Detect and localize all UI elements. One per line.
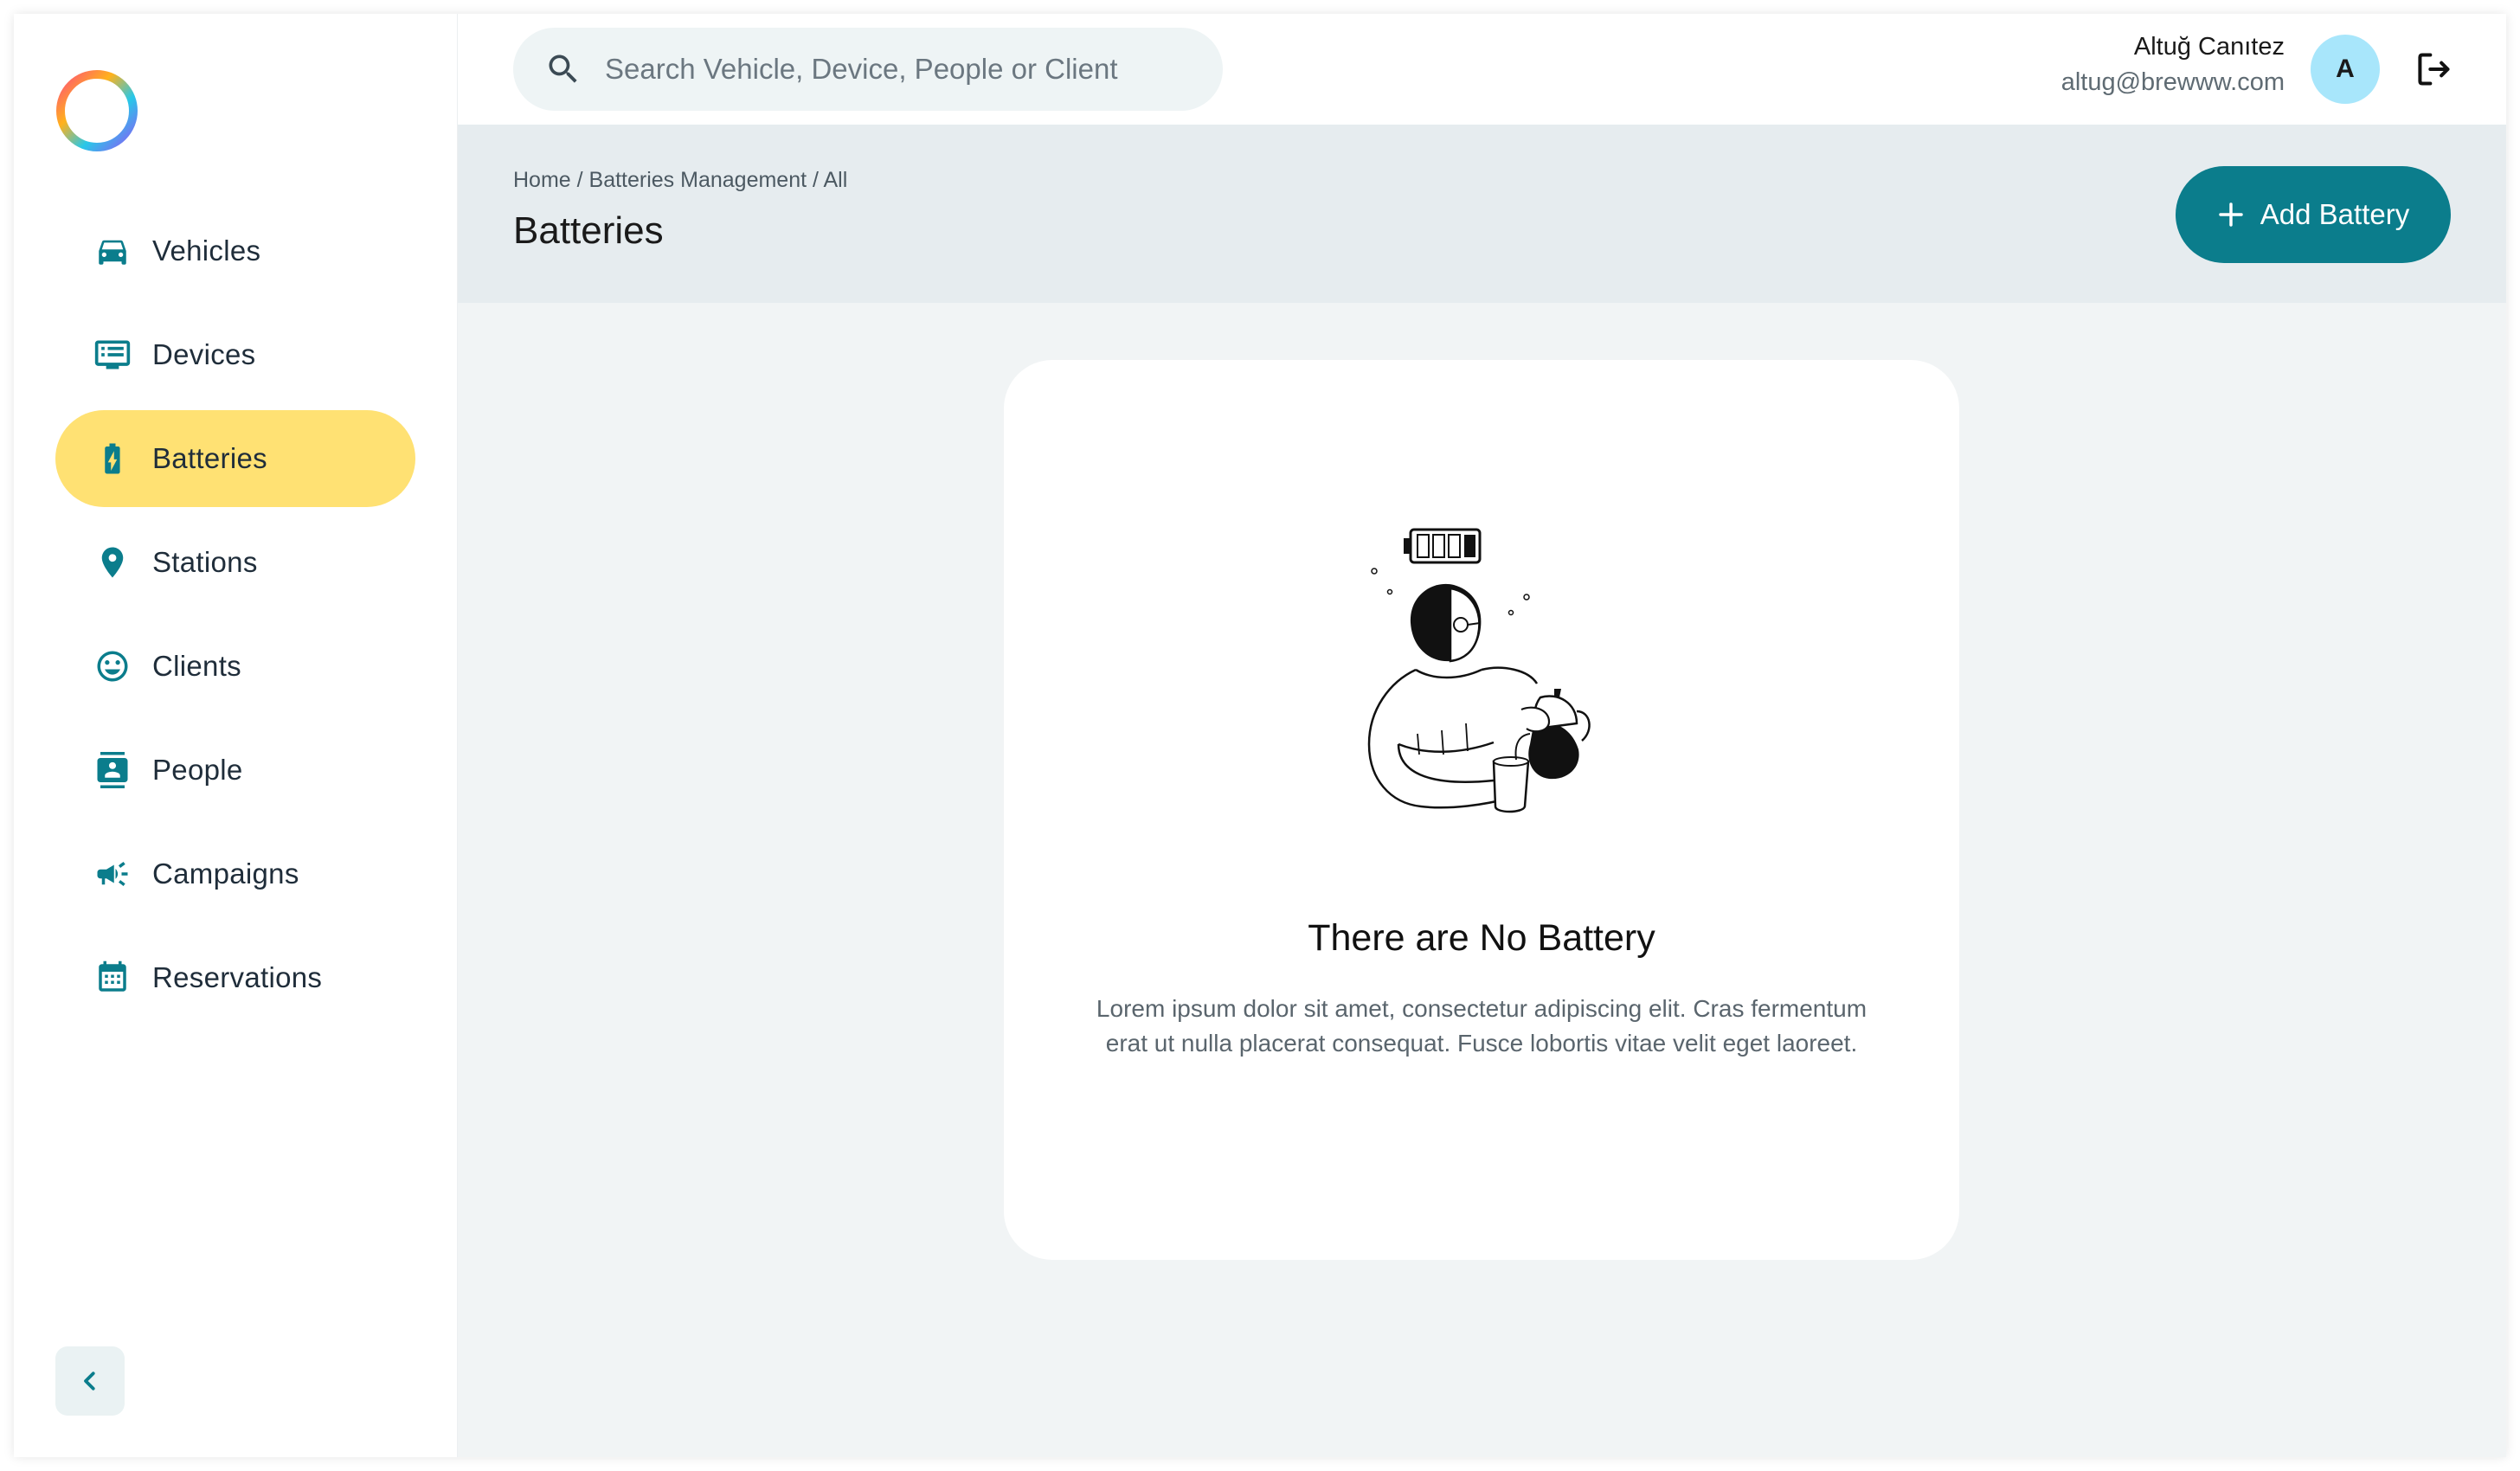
empty-battery-illustration	[1367, 528, 1591, 813]
sidebar-item-devices[interactable]: Devices	[55, 306, 415, 403]
page-header: Home / Batteries Management / All Batter…	[458, 125, 2506, 303]
sidebar-item-batteries[interactable]: Batteries	[55, 410, 415, 507]
user-name: Altuğ Canıtez	[2133, 33, 2285, 61]
empty-state-card: There are No Battery Lorem ipsum dolor s…	[1004, 360, 1959, 1260]
sidebar-item-label: Campaigns	[152, 858, 299, 890]
avatar[interactable]: A	[2311, 35, 2380, 104]
calendar-icon	[93, 959, 132, 997]
sidebar-item-vehicles[interactable]: Vehicles	[55, 202, 415, 299]
sidebar: Vehicles Devices Batteries Stations Clie	[14, 14, 458, 1457]
app-logo[interactable]	[54, 67, 140, 154]
smiley-icon	[93, 647, 132, 685]
contact-card-icon	[93, 751, 132, 789]
breadcrumb: Home / Batteries Management / All	[513, 168, 848, 192]
sidebar-item-reservations[interactable]: Reservations	[55, 929, 415, 1026]
empty-state-description: Lorem ipsum dolor sit amet, consectetur …	[1096, 995, 1868, 1057]
sidebar-item-stations[interactable]: Stations	[55, 514, 415, 611]
sidebar-item-label: Reservations	[152, 961, 323, 993]
collapse-sidebar-button[interactable]	[55, 1346, 125, 1416]
location-pin-icon	[93, 543, 132, 581]
user-info: Altuğ Canıtez altug@brewww.com	[2061, 33, 2285, 97]
plus-icon	[2219, 202, 2243, 227]
sidebar-item-label: Batteries	[152, 442, 267, 474]
search-icon	[549, 55, 577, 83]
app-window: Vehicles Devices Batteries Stations Clie	[14, 14, 2506, 1457]
megaphone-icon	[93, 855, 132, 893]
add-battery-label: Add Battery	[2260, 198, 2410, 230]
sidebar-item-people[interactable]: People	[55, 722, 415, 819]
sidebar-item-label: People	[152, 754, 243, 786]
search-input[interactable]	[603, 52, 1178, 87]
chevron-left-icon	[84, 1371, 95, 1391]
user-email: altug@brewww.com	[2060, 68, 2285, 96]
sidebar-item-label: Devices	[152, 338, 256, 370]
sidebar-item-label: Vehicles	[152, 234, 261, 267]
search-box[interactable]	[513, 28, 1223, 111]
battery-icon	[93, 440, 132, 478]
add-battery-button[interactable]: Add Battery	[2176, 166, 2451, 263]
empty-state-title: There are No Battery	[1308, 917, 1655, 959]
sidebar-item-campaigns[interactable]: Campaigns	[55, 825, 415, 922]
top-bar: Altuğ Canıtez altug@brewww.com A	[458, 14, 2506, 125]
devices-icon	[93, 336, 132, 374]
sidebar-item-label: Clients	[152, 650, 241, 682]
page-title: Batteries	[513, 209, 664, 252]
car-icon	[93, 232, 132, 270]
logout-icon[interactable]	[2414, 50, 2452, 88]
sidebar-item-clients[interactable]: Clients	[55, 618, 415, 715]
sidebar-item-label: Stations	[152, 546, 258, 578]
